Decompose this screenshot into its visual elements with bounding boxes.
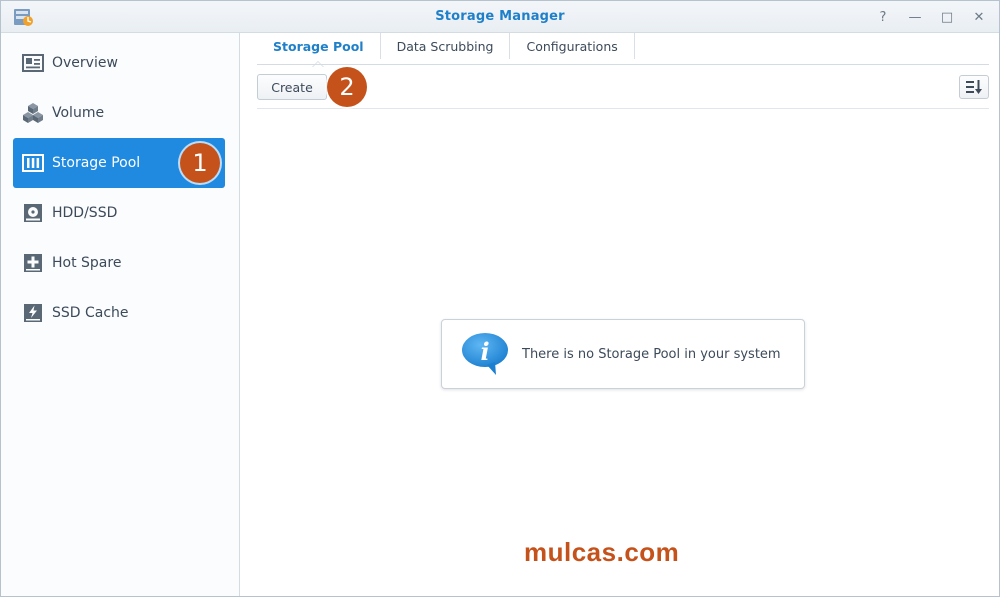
sidebar-item-label: Storage Pool bbox=[52, 155, 141, 171]
tab-label: Data Scrubbing bbox=[396, 38, 494, 54]
sidebar: Overview Volume Storage Pool 1 HDD/SSD H… bbox=[1, 33, 240, 596]
watermark: mulcas.com bbox=[524, 537, 680, 567]
main-panel: Storage Pool Data Scrubbing Configuratio… bbox=[241, 33, 999, 596]
tab-divider bbox=[257, 64, 989, 65]
empty-state-message: i There is no Storage Pool in your syste… bbox=[441, 319, 805, 389]
hdd-icon bbox=[22, 202, 44, 224]
create-button[interactable]: Create bbox=[257, 74, 327, 100]
tab-configurations[interactable]: Configurations bbox=[510, 33, 635, 59]
overview-icon bbox=[22, 52, 44, 74]
tab-data-scrubbing[interactable]: Data Scrubbing bbox=[381, 33, 511, 59]
tab-label: Configurations bbox=[526, 38, 618, 54]
hot-spare-icon bbox=[22, 252, 44, 274]
ssd-cache-icon bbox=[22, 302, 44, 324]
sort-icon bbox=[966, 80, 982, 94]
sidebar-item-storage-pool[interactable]: Storage Pool 1 bbox=[13, 138, 225, 188]
svg-text:i: i bbox=[480, 337, 489, 366]
step-2-badge: 2 bbox=[327, 67, 367, 107]
tab-storage-pool[interactable]: Storage Pool bbox=[257, 33, 381, 67]
sidebar-item-overview[interactable]: Overview bbox=[13, 38, 225, 88]
sidebar-item-hot-spare[interactable]: Hot Spare bbox=[13, 238, 225, 288]
sidebar-item-label: Volume bbox=[52, 105, 105, 121]
sidebar-item-label: SSD Cache bbox=[52, 305, 129, 321]
storage-manager-window: Storage Manager ? — □ ✕ Overview Volume … bbox=[0, 0, 1000, 597]
sidebar-item-label: HDD/SSD bbox=[52, 205, 118, 221]
tab-bar: Storage Pool Data Scrubbing Configuratio… bbox=[257, 33, 635, 67]
info-icon: i bbox=[461, 332, 511, 376]
sidebar-item-ssd-cache[interactable]: SSD Cache bbox=[13, 288, 225, 338]
sidebar-item-label: Overview bbox=[52, 55, 118, 71]
sort-button[interactable] bbox=[959, 75, 989, 99]
volume-icon bbox=[22, 102, 44, 124]
maximize-button[interactable]: □ bbox=[937, 7, 957, 27]
sidebar-item-label: Hot Spare bbox=[52, 255, 122, 271]
help-button[interactable]: ? bbox=[873, 7, 893, 27]
sidebar-item-hdd-ssd[interactable]: HDD/SSD bbox=[13, 188, 225, 238]
tab-label: Storage Pool bbox=[273, 38, 364, 54]
close-button[interactable]: ✕ bbox=[969, 7, 989, 27]
storage-pool-icon bbox=[22, 152, 44, 174]
empty-state-text: There is no Storage Pool in your system bbox=[522, 346, 781, 362]
minimize-button[interactable]: — bbox=[905, 7, 925, 27]
sidebar-item-volume[interactable]: Volume bbox=[13, 88, 225, 138]
toolbar: Create 2 bbox=[257, 67, 989, 109]
step-1-badge: 1 bbox=[180, 143, 220, 183]
title-bar[interactable]: Storage Manager ? — □ ✕ bbox=[1, 1, 999, 33]
window-title: Storage Manager bbox=[435, 9, 565, 24]
